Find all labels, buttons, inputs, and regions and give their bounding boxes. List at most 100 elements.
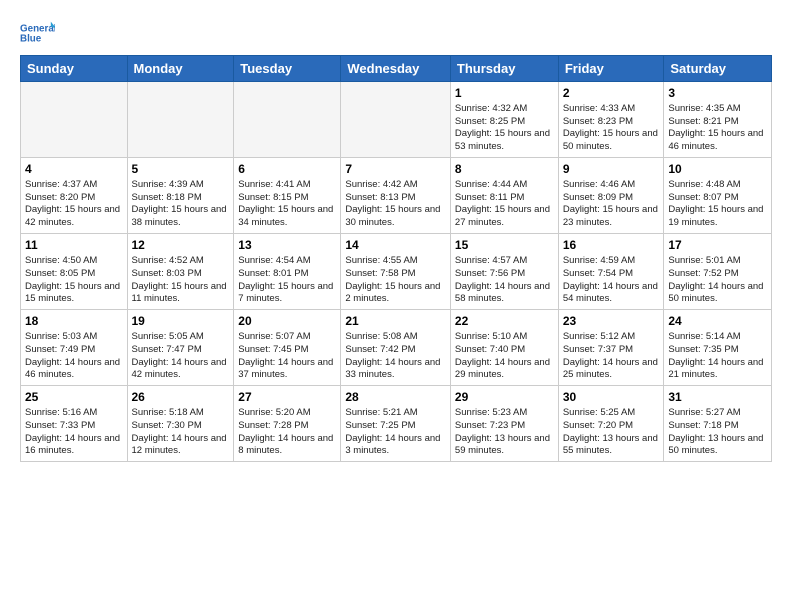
day-number: 10 [668,161,767,178]
day-info: Sunrise: 4:37 AM Sunset: 8:20 PM Dayligh… [25,179,123,230]
day-info: Sunrise: 4:48 AM Sunset: 8:07 PM Dayligh… [668,179,767,230]
calendar-day-cell: 13Sunrise: 4:54 AM Sunset: 8:01 PM Dayli… [234,234,341,310]
weekday-header-thursday: Thursday [450,56,558,82]
day-number: 30 [563,389,660,406]
calendar-day-cell: 30Sunrise: 5:25 AM Sunset: 7:20 PM Dayli… [558,386,664,462]
calendar-week-row: 25Sunrise: 5:16 AM Sunset: 7:33 PM Dayli… [21,386,772,462]
logo-container: General Blue [20,15,55,50]
day-info: Sunrise: 4:50 AM Sunset: 8:05 PM Dayligh… [25,255,123,306]
day-number: 7 [345,161,446,178]
calendar-day-cell: 17Sunrise: 5:01 AM Sunset: 7:52 PM Dayli… [664,234,772,310]
calendar-wrapper: SundayMondayTuesdayWednesdayThursdayFrid… [0,55,792,472]
day-info: Sunrise: 4:46 AM Sunset: 8:09 PM Dayligh… [563,179,660,230]
day-number: 31 [668,389,767,406]
day-info: Sunrise: 4:44 AM Sunset: 8:11 PM Dayligh… [455,179,554,230]
day-info: Sunrise: 4:57 AM Sunset: 7:56 PM Dayligh… [455,255,554,306]
weekday-header-monday: Monday [127,56,234,82]
day-info: Sunrise: 5:27 AM Sunset: 7:18 PM Dayligh… [668,407,767,458]
day-info: Sunrise: 5:05 AM Sunset: 7:47 PM Dayligh… [132,331,230,382]
calendar-day-cell: 14Sunrise: 4:55 AM Sunset: 7:58 PM Dayli… [341,234,451,310]
calendar-day-cell: 11Sunrise: 4:50 AM Sunset: 8:05 PM Dayli… [21,234,128,310]
day-number: 6 [238,161,336,178]
page-header: General Blue [0,0,792,55]
day-info: Sunrise: 4:59 AM Sunset: 7:54 PM Dayligh… [563,255,660,306]
day-number: 18 [25,313,123,330]
calendar-day-cell: 21Sunrise: 5:08 AM Sunset: 7:42 PM Dayli… [341,310,451,386]
day-number: 29 [455,389,554,406]
day-number: 21 [345,313,446,330]
calendar-day-cell [234,82,341,158]
calendar-day-cell: 1Sunrise: 4:32 AM Sunset: 8:25 PM Daylig… [450,82,558,158]
calendar-week-row: 11Sunrise: 4:50 AM Sunset: 8:05 PM Dayli… [21,234,772,310]
day-number: 13 [238,237,336,254]
day-info: Sunrise: 4:55 AM Sunset: 7:58 PM Dayligh… [345,255,446,306]
day-info: Sunrise: 5:18 AM Sunset: 7:30 PM Dayligh… [132,407,230,458]
weekday-header-row: SundayMondayTuesdayWednesdayThursdayFrid… [21,56,772,82]
logo-svg: General Blue [20,15,55,50]
day-number: 2 [563,85,660,102]
day-number: 17 [668,237,767,254]
day-number: 14 [345,237,446,254]
day-info: Sunrise: 5:08 AM Sunset: 7:42 PM Dayligh… [345,331,446,382]
calendar-day-cell: 19Sunrise: 5:05 AM Sunset: 7:47 PM Dayli… [127,310,234,386]
day-info: Sunrise: 4:35 AM Sunset: 8:21 PM Dayligh… [668,103,767,154]
calendar-day-cell: 7Sunrise: 4:42 AM Sunset: 8:13 PM Daylig… [341,158,451,234]
calendar-day-cell: 31Sunrise: 5:27 AM Sunset: 7:18 PM Dayli… [664,386,772,462]
calendar-day-cell: 22Sunrise: 5:10 AM Sunset: 7:40 PM Dayli… [450,310,558,386]
calendar-day-cell: 10Sunrise: 4:48 AM Sunset: 8:07 PM Dayli… [664,158,772,234]
day-number: 28 [345,389,446,406]
day-info: Sunrise: 5:25 AM Sunset: 7:20 PM Dayligh… [563,407,660,458]
day-info: Sunrise: 5:10 AM Sunset: 7:40 PM Dayligh… [455,331,554,382]
day-number: 15 [455,237,554,254]
calendar-day-cell: 24Sunrise: 5:14 AM Sunset: 7:35 PM Dayli… [664,310,772,386]
day-number: 26 [132,389,230,406]
calendar-day-cell: 5Sunrise: 4:39 AM Sunset: 8:18 PM Daylig… [127,158,234,234]
weekday-header-friday: Friday [558,56,664,82]
day-info: Sunrise: 5:21 AM Sunset: 7:25 PM Dayligh… [345,407,446,458]
calendar-week-row: 4Sunrise: 4:37 AM Sunset: 8:20 PM Daylig… [21,158,772,234]
day-number: 25 [25,389,123,406]
day-info: Sunrise: 4:33 AM Sunset: 8:23 PM Dayligh… [563,103,660,154]
calendar-day-cell: 8Sunrise: 4:44 AM Sunset: 8:11 PM Daylig… [450,158,558,234]
day-number: 12 [132,237,230,254]
day-number: 1 [455,85,554,102]
calendar-day-cell: 16Sunrise: 4:59 AM Sunset: 7:54 PM Dayli… [558,234,664,310]
calendar-day-cell: 18Sunrise: 5:03 AM Sunset: 7:49 PM Dayli… [21,310,128,386]
day-number: 22 [455,313,554,330]
calendar-day-cell: 29Sunrise: 5:23 AM Sunset: 7:23 PM Dayli… [450,386,558,462]
day-number: 4 [25,161,123,178]
calendar-day-cell: 26Sunrise: 5:18 AM Sunset: 7:30 PM Dayli… [127,386,234,462]
calendar-day-cell: 23Sunrise: 5:12 AM Sunset: 7:37 PM Dayli… [558,310,664,386]
svg-text:Blue: Blue [20,33,42,44]
calendar-day-cell: 25Sunrise: 5:16 AM Sunset: 7:33 PM Dayli… [21,386,128,462]
calendar-day-cell: 6Sunrise: 4:41 AM Sunset: 8:15 PM Daylig… [234,158,341,234]
calendar-day-cell: 12Sunrise: 4:52 AM Sunset: 8:03 PM Dayli… [127,234,234,310]
calendar-table: SundayMondayTuesdayWednesdayThursdayFrid… [20,55,772,462]
calendar-day-cell: 27Sunrise: 5:20 AM Sunset: 7:28 PM Dayli… [234,386,341,462]
day-number: 8 [455,161,554,178]
day-info: Sunrise: 5:01 AM Sunset: 7:52 PM Dayligh… [668,255,767,306]
day-number: 24 [668,313,767,330]
day-info: Sunrise: 5:07 AM Sunset: 7:45 PM Dayligh… [238,331,336,382]
day-info: Sunrise: 5:12 AM Sunset: 7:37 PM Dayligh… [563,331,660,382]
day-info: Sunrise: 4:54 AM Sunset: 8:01 PM Dayligh… [238,255,336,306]
calendar-day-cell: 3Sunrise: 4:35 AM Sunset: 8:21 PM Daylig… [664,82,772,158]
calendar-day-cell [127,82,234,158]
day-number: 16 [563,237,660,254]
calendar-day-cell: 4Sunrise: 4:37 AM Sunset: 8:20 PM Daylig… [21,158,128,234]
day-info: Sunrise: 5:16 AM Sunset: 7:33 PM Dayligh… [25,407,123,458]
calendar-day-cell: 9Sunrise: 4:46 AM Sunset: 8:09 PM Daylig… [558,158,664,234]
calendar-day-cell [21,82,128,158]
calendar-day-cell: 15Sunrise: 4:57 AM Sunset: 7:56 PM Dayli… [450,234,558,310]
weekday-header-saturday: Saturday [664,56,772,82]
day-number: 23 [563,313,660,330]
day-number: 5 [132,161,230,178]
day-number: 9 [563,161,660,178]
day-info: Sunrise: 5:03 AM Sunset: 7:49 PM Dayligh… [25,331,123,382]
day-number: 19 [132,313,230,330]
day-number: 20 [238,313,336,330]
day-info: Sunrise: 4:39 AM Sunset: 8:18 PM Dayligh… [132,179,230,230]
day-info: Sunrise: 4:52 AM Sunset: 8:03 PM Dayligh… [132,255,230,306]
day-number: 27 [238,389,336,406]
day-info: Sunrise: 4:42 AM Sunset: 8:13 PM Dayligh… [345,179,446,230]
